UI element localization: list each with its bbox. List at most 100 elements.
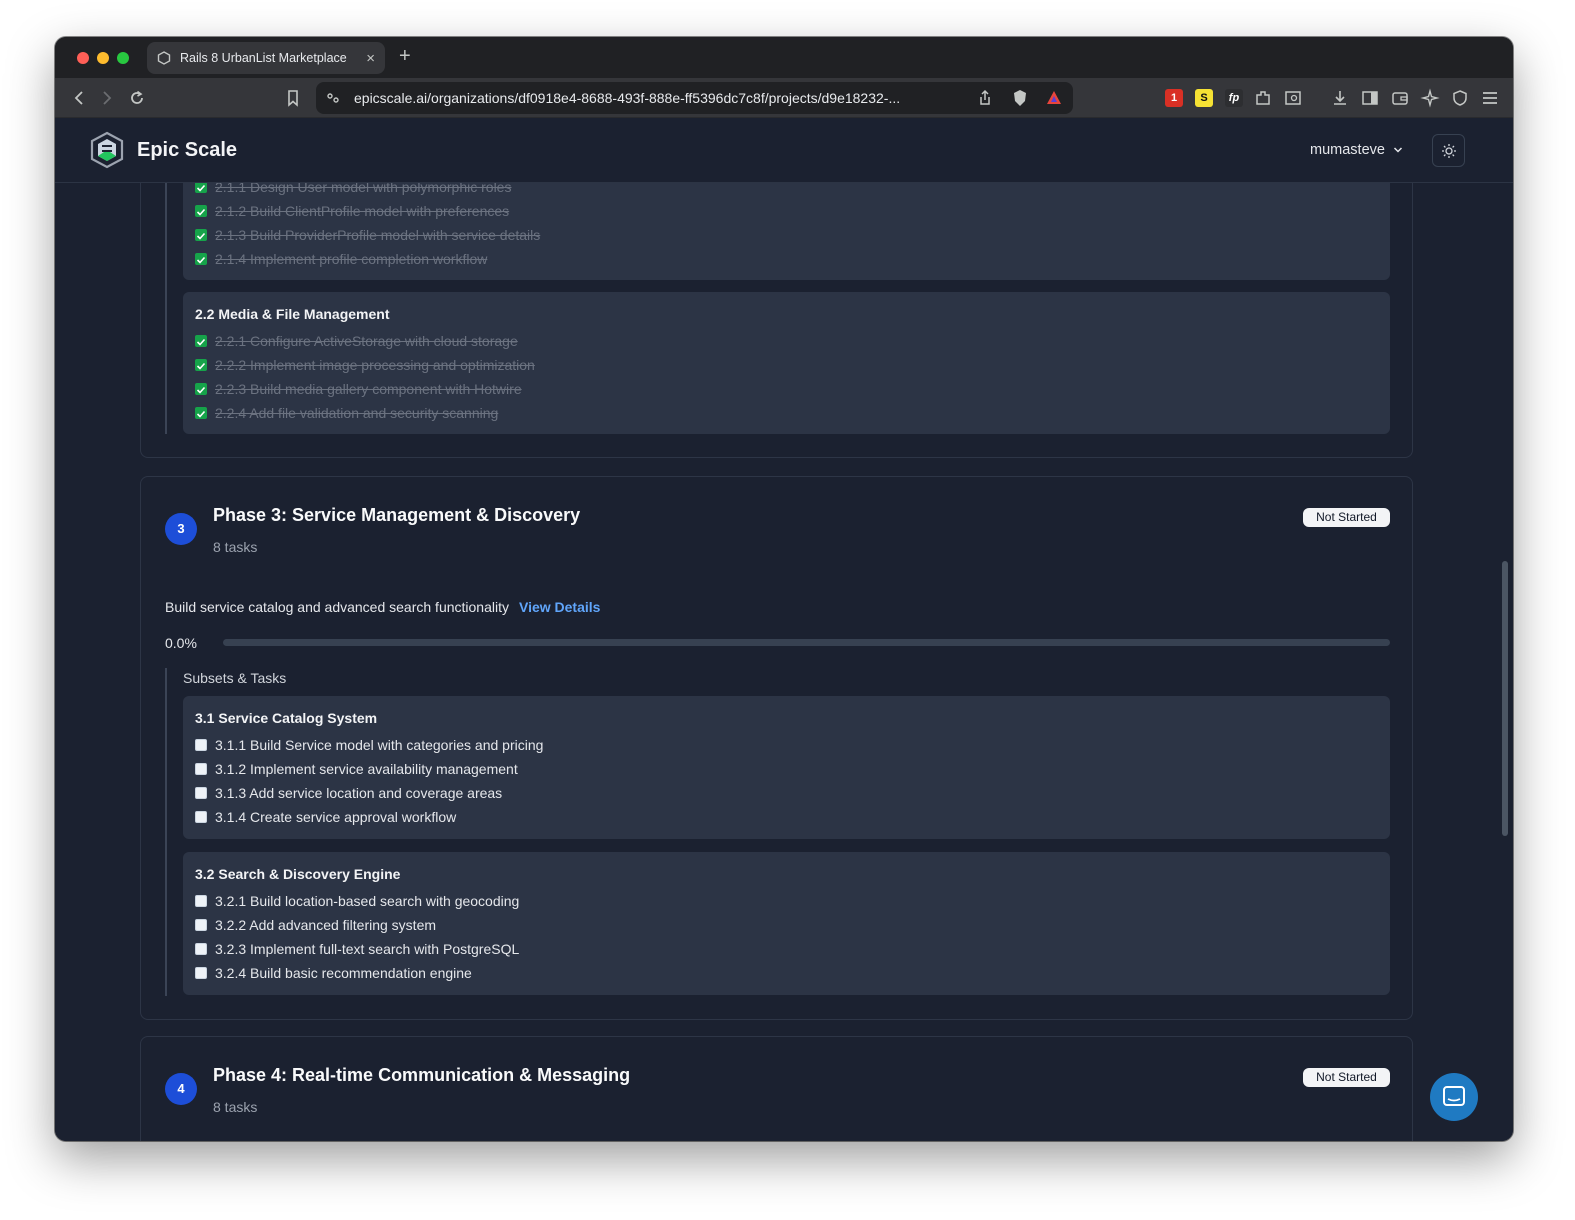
checkbox-unchecked-icon[interactable]: [195, 787, 207, 799]
checkbox-checked-icon[interactable]: [195, 253, 207, 265]
task-item[interactable]: 2.2.4 Add file validation and security s…: [195, 403, 498, 423]
checkbox-unchecked-icon[interactable]: [195, 895, 207, 907]
tab-title: Rails 8 UrbanList Marketplace: [180, 51, 347, 65]
chat-bubble-icon: [1443, 1086, 1465, 1106]
subsets-rule: [165, 668, 167, 996]
main-content: 2.1.1 Design User model with polymorphic…: [55, 183, 1513, 1141]
progress-label: 0.0%: [165, 635, 197, 651]
phase-title[interactable]: Phase 4: Real-time Communication & Messa…: [213, 1065, 630, 1086]
wallet-icon[interactable]: [1390, 88, 1410, 108]
brave-shields-icon[interactable]: [1010, 88, 1030, 108]
extension-s-icon[interactable]: S: [1195, 89, 1213, 107]
forward-icon[interactable]: [97, 88, 117, 108]
reader-icon[interactable]: [1283, 88, 1303, 108]
task-item[interactable]: 2.1.4 Implement profile completion workf…: [195, 249, 487, 269]
brand[interactable]: Epic Scale: [89, 131, 237, 169]
task-label: 3.2.3 Implement full-text search with Po…: [215, 941, 520, 957]
checkbox-checked-icon[interactable]: [195, 183, 207, 193]
phase-description: Build service catalog and advanced searc…: [165, 599, 600, 615]
task-item[interactable]: 3.1.3 Add service location and coverage …: [195, 783, 502, 803]
progress-bar: [223, 639, 1390, 646]
menu-icon[interactable]: [1480, 88, 1500, 108]
checkbox-unchecked-icon[interactable]: [195, 739, 207, 751]
subset-2-1: 2.1.1 Design User model with polymorphic…: [183, 183, 1390, 280]
extension-fp-icon[interactable]: fp: [1225, 89, 1243, 107]
minimize-window-button[interactable]: [97, 52, 109, 64]
zoom-window-button[interactable]: [117, 52, 129, 64]
reload-icon[interactable]: [127, 88, 147, 108]
task-item[interactable]: 3.1.4 Create service approval workflow: [195, 807, 456, 827]
download-icon[interactable]: [1330, 88, 1350, 108]
task-item[interactable]: 2.1.3 Build ProviderProfile model with s…: [195, 225, 540, 245]
subset-3-1: 3.1 Service Catalog System 3.1.1 Build S…: [183, 696, 1390, 839]
task-label: 3.2.2 Add advanced filtering system: [215, 917, 437, 933]
subset-2-2: 2.2 Media & File Management 2.2.1 Config…: [183, 292, 1390, 434]
view-details-link[interactable]: View Details: [519, 599, 600, 615]
task-item[interactable]: 3.2.1 Build location-based search with g…: [195, 891, 519, 911]
checkbox-unchecked-icon[interactable]: [195, 967, 207, 979]
site-favicon-icon: [157, 51, 171, 65]
task-label: 2.2.2 Implement image processing and opt…: [215, 357, 535, 373]
phase-title[interactable]: Phase 3: Service Management & Discovery: [213, 505, 580, 526]
browser-tab[interactable]: Rails 8 UrbanList Marketplace ×: [147, 42, 385, 74]
task-item[interactable]: 3.2.4 Build basic recommendation engine: [195, 963, 472, 983]
address-bar[interactable]: epicscale.ai/organizations/df0918e4-8688…: [316, 82, 1073, 114]
browser-window: Rails 8 UrbanList Marketplace × + epicsc…: [55, 37, 1513, 1141]
user-menu[interactable]: mumasteve: [1310, 142, 1403, 158]
task-item[interactable]: 3.1.1 Build Service model with categorie…: [195, 735, 543, 755]
checkbox-checked-icon[interactable]: [195, 205, 207, 217]
scrollbar-thumb[interactable]: [1502, 561, 1508, 836]
checkbox-checked-icon[interactable]: [195, 229, 207, 241]
leo-ai-icon[interactable]: [1420, 88, 1440, 108]
task-item[interactable]: 2.2.2 Implement image processing and opt…: [195, 355, 535, 375]
task-item[interactable]: 2.1.1 Design User model with polymorphic…: [195, 183, 511, 197]
vpn-shield-icon[interactable]: [1450, 88, 1470, 108]
sidebar-icon[interactable]: [1360, 88, 1380, 108]
share-icon[interactable]: [975, 88, 995, 108]
task-label: 2.2.4 Add file validation and security s…: [215, 405, 499, 421]
bookmark-icon[interactable]: [283, 88, 303, 108]
task-item[interactable]: 2.1.2 Build ClientProfile model with pre…: [195, 201, 509, 221]
task-label: 3.1.3 Add service location and coverage …: [215, 785, 503, 801]
site-settings-icon[interactable]: [323, 88, 343, 108]
close-window-button[interactable]: [77, 52, 89, 64]
phase-number-badge: 4: [165, 1073, 197, 1105]
url-text: epicscale.ai/organizations/df0918e4-8688…: [354, 90, 901, 106]
task-item[interactable]: 3.1.2 Implement service availability man…: [195, 759, 518, 779]
tab-strip: Rails 8 UrbanList Marketplace × +: [55, 37, 1513, 78]
chat-launcher-button[interactable]: [1430, 1073, 1478, 1121]
app-viewport: Epic Scale mumasteve 2.1.1 Design User m…: [55, 118, 1513, 1141]
subsets-rule: [165, 183, 167, 434]
checkbox-unchecked-icon[interactable]: [195, 919, 207, 931]
checkbox-checked-icon[interactable]: [195, 335, 207, 347]
checkbox-checked-icon[interactable]: [195, 383, 207, 395]
phase-card-4: 4 Phase 4: Real-time Communication & Mes…: [140, 1036, 1413, 1141]
app-header: Epic Scale mumasteve: [55, 118, 1513, 183]
checkbox-unchecked-icon[interactable]: [195, 811, 207, 823]
theme-toggle-button[interactable]: [1432, 134, 1465, 167]
extensions-puzzle-icon[interactable]: [1253, 88, 1273, 108]
checkbox-checked-icon[interactable]: [195, 359, 207, 371]
task-label: 2.1.2 Build ClientProfile model with pre…: [215, 203, 510, 219]
task-label: 3.1.4 Create service approval workflow: [215, 809, 457, 825]
task-item[interactable]: 3.2.2 Add advanced filtering system: [195, 915, 436, 935]
checkbox-unchecked-icon[interactable]: [195, 943, 207, 955]
back-icon[interactable]: [69, 88, 89, 108]
subset-title: 2.2 Media & File Management: [195, 306, 390, 322]
task-item[interactable]: 3.2.3 Implement full-text search with Po…: [195, 939, 519, 959]
phase-task-count: 8 tasks: [213, 1099, 258, 1115]
task-item[interactable]: 2.2.1 Configure ActiveStorage with cloud…: [195, 331, 518, 351]
brave-rewards-icon[interactable]: [1044, 88, 1064, 108]
chevron-down-icon: [1393, 147, 1402, 153]
checkbox-unchecked-icon[interactable]: [195, 763, 207, 775]
sun-icon: [1441, 143, 1456, 158]
new-tab-button[interactable]: +: [399, 45, 411, 68]
extension-badge-icon[interactable]: 1: [1165, 89, 1183, 107]
task-label: 2.1.4 Implement profile completion workf…: [215, 251, 488, 267]
close-tab-icon[interactable]: ×: [366, 50, 375, 67]
task-item[interactable]: 2.2.3 Build media gallery component with…: [195, 379, 522, 399]
checkbox-checked-icon[interactable]: [195, 407, 207, 419]
phase-card-3: 3 Phase 3: Service Management & Discover…: [140, 476, 1413, 1020]
task-label: 3.1.1 Build Service model with categorie…: [215, 737, 544, 753]
task-label: 3.2.1 Build location-based search with g…: [215, 893, 520, 909]
